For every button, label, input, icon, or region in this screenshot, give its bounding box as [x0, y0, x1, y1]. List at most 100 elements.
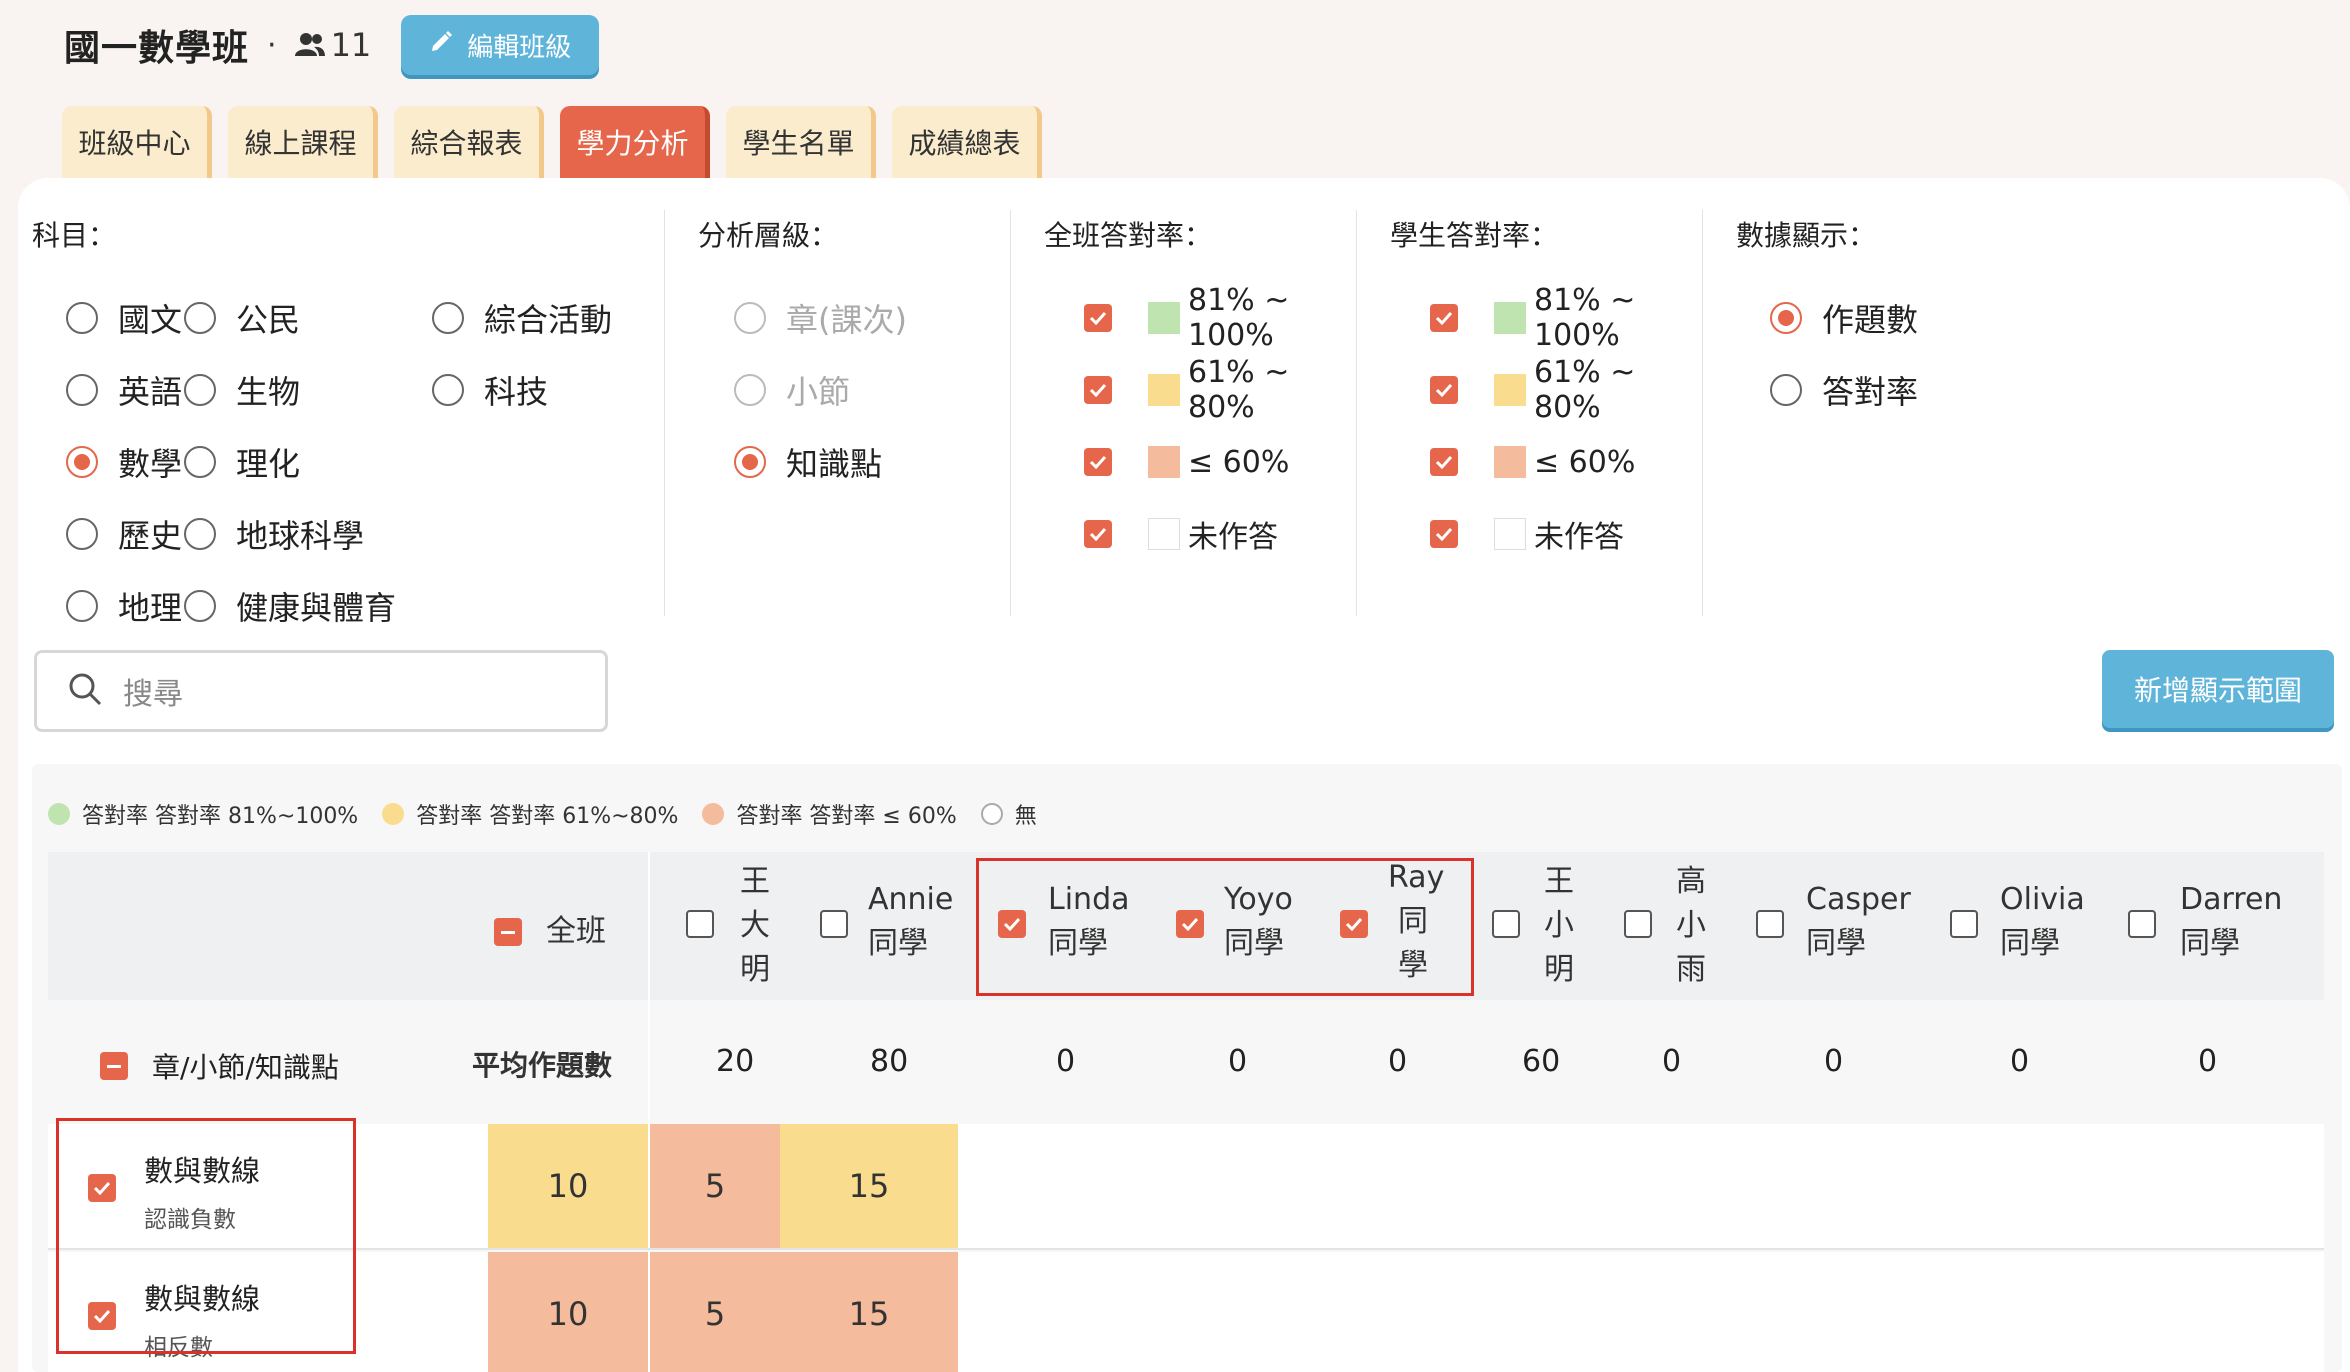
tab-class-center[interactable]: 班級中心: [62, 106, 212, 178]
subject-option-chinese[interactable]: 國文: [66, 282, 184, 354]
checkmark-icon: [1084, 448, 1112, 476]
highlight-frame-selected-students: [976, 858, 1474, 996]
tab-online-courses[interactable]: 線上課程: [228, 106, 378, 178]
display-option-rate[interactable]: 答對率: [1770, 354, 2036, 426]
option-label: 小節: [786, 373, 851, 411]
option-label: 英語: [118, 373, 183, 411]
class-rate-option-mid[interactable]: 61% ~ 80%: [1084, 354, 1364, 426]
green-swatch: [1494, 302, 1526, 334]
checkmark-icon: [1430, 520, 1458, 548]
student-rate-option-high[interactable]: 81% ~ 100%: [1430, 282, 1710, 354]
collapse-all-toggle[interactable]: 章/小節/知識點: [100, 1046, 339, 1086]
tab-bar: 班級中心 線上課程 綜合報表 學力分析 學生名單 成績總表: [62, 106, 1058, 178]
student-checkbox[interactable]: [2128, 910, 2156, 938]
subject-option-english[interactable]: 英語: [66, 354, 184, 426]
tab-label: 線上課程: [244, 127, 357, 160]
option-label: 章(課次): [786, 301, 907, 339]
subject-option-physics-chemistry[interactable]: 理化: [184, 426, 432, 498]
option-label: 科技: [484, 373, 549, 411]
student-rate-option-low[interactable]: ≤ 60%: [1430, 426, 1710, 498]
option-label: 81% ~ 100%: [1534, 283, 1636, 353]
analysis-table-area: 答對率 答對率 81%~100% 答對率 答對率 61%~80% 答對率 答對率…: [32, 764, 2342, 1372]
student-rate-option-unanswered[interactable]: 未作答: [1430, 498, 1710, 570]
average-row: 章/小節/知識點 平均作題數 20 80 0 0 0 60 0 0 0 0: [48, 1000, 2324, 1124]
avg-metric-label: 平均作題數: [472, 1049, 613, 1082]
subject-option-biology[interactable]: 生物: [184, 354, 432, 426]
subject-option-earth-science[interactable]: 地球科學: [184, 498, 432, 570]
whole-class-header[interactable]: 全班: [494, 910, 606, 954]
pencil-icon: [429, 30, 453, 61]
option-label: 知識點: [786, 445, 883, 483]
student-name: Darren 同學: [2180, 882, 2283, 961]
class-value-cell: 10: [488, 1124, 648, 1248]
avg-value: 80: [870, 1044, 909, 1079]
student-name: 王小明: [1544, 864, 1574, 987]
student-checkbox[interactable]: [1492, 910, 1520, 938]
legend-item-high: 答對率 答對率 81%~100%: [48, 798, 358, 830]
subject-column-3: 綜合活動 科技: [432, 282, 632, 642]
level-title: 分析層級：: [698, 219, 839, 252]
tab-ability-analysis[interactable]: 學力分析: [560, 106, 710, 178]
option-label: 生物: [236, 373, 301, 411]
tab-student-list[interactable]: 學生名單: [726, 106, 876, 178]
option-label: 答對率: [1822, 373, 1919, 411]
add-display-range-button[interactable]: 新增顯示範圍: [2102, 650, 2334, 728]
subject-option-health-pe[interactable]: 健康與體育: [184, 570, 432, 642]
checkmark-icon: [1430, 304, 1458, 332]
avg-value: 0: [1056, 1044, 1076, 1079]
student-rate-title: 學生答對率：: [1390, 219, 1559, 252]
option-label: 地理: [118, 589, 183, 627]
legend-dot: [382, 803, 405, 825]
subject-option-civics[interactable]: 公民: [184, 282, 432, 354]
subject-option-technology[interactable]: 科技: [432, 354, 632, 426]
tab-grade-summary[interactable]: 成績總表: [892, 106, 1042, 178]
student-checkbox[interactable]: [686, 910, 714, 938]
tab-reports[interactable]: 綜合報表: [394, 106, 544, 178]
student-value-cell: 15: [780, 1124, 958, 1248]
whole-class-label: 全班: [546, 914, 606, 949]
student-value-cell: 5: [650, 1124, 780, 1248]
student-name: 高小雨: [1676, 864, 1706, 987]
student-rate-option-mid[interactable]: 61% ~ 80%: [1430, 354, 1710, 426]
class-rate-filter: 全班答對率： 81% ~ 100% 61% ~ 80% ≤ 60% 未作答: [1044, 214, 1364, 570]
level-option-knowledge-point[interactable]: 知識點: [734, 426, 1018, 498]
legend-dot: [980, 803, 1003, 825]
display-title: 數據顯示：: [1736, 219, 1877, 252]
class-rate-option-low[interactable]: ≤ 60%: [1084, 426, 1364, 498]
search-icon: [67, 671, 103, 711]
subject-option-history[interactable]: 歷史: [66, 498, 184, 570]
option-label: 61% ~ 80%: [1188, 355, 1290, 425]
subject-column-1: 國文 英語 數學 歷史 地理: [32, 282, 184, 642]
subject-filter: 科目： 國文 英語 數學 歷史 地理 公民 生物 理化 地球科學 健康與體育 綜…: [32, 214, 662, 642]
search-input[interactable]: 搜尋: [34, 650, 608, 732]
level-option-section[interactable]: 小節: [734, 354, 1018, 426]
student-checkbox[interactable]: [820, 910, 848, 938]
subject-option-integrated-activities[interactable]: 綜合活動: [432, 282, 632, 354]
option-label: 公民: [236, 301, 301, 339]
edit-class-button[interactable]: 編輯班級: [401, 15, 600, 75]
level-option-chapter[interactable]: 章(課次): [734, 282, 1018, 354]
class-header: 國一數學班 · 11 編輯班級: [64, 14, 600, 76]
search-placeholder: 搜尋: [123, 677, 183, 712]
display-option-count[interactable]: 作題數: [1770, 282, 2036, 354]
table-row: 數與數線 認識負數 10 5 15: [48, 1124, 2324, 1250]
title-separator: ·: [267, 27, 277, 63]
checkmark-icon: [1084, 376, 1112, 404]
subject-option-math[interactable]: 數學: [66, 426, 184, 498]
option-label: 健康與體育: [236, 589, 397, 627]
student-checkbox[interactable]: [1950, 910, 1978, 938]
option-label: 作題數: [1822, 301, 1919, 339]
minus-checkbox-icon: [494, 918, 522, 946]
legend-item-none: 無: [980, 798, 1037, 830]
student-checkbox[interactable]: [1756, 910, 1784, 938]
class-rate-option-unanswered[interactable]: 未作答: [1084, 498, 1364, 570]
student-name: Casper 同學: [1806, 882, 1911, 961]
legend-label: 無: [1014, 804, 1037, 829]
class-rate-option-high[interactable]: 81% ~ 100%: [1084, 282, 1364, 354]
option-label: 未作答: [1534, 520, 1624, 555]
members-icon: [294, 32, 325, 58]
student-checkbox[interactable]: [1624, 910, 1652, 938]
display-filter: 數據顯示： 作題數 答對率: [1736, 214, 2036, 426]
subject-option-geography[interactable]: 地理: [66, 570, 184, 642]
legend-item-mid: 答對率 答對率 61%~80%: [382, 798, 678, 830]
